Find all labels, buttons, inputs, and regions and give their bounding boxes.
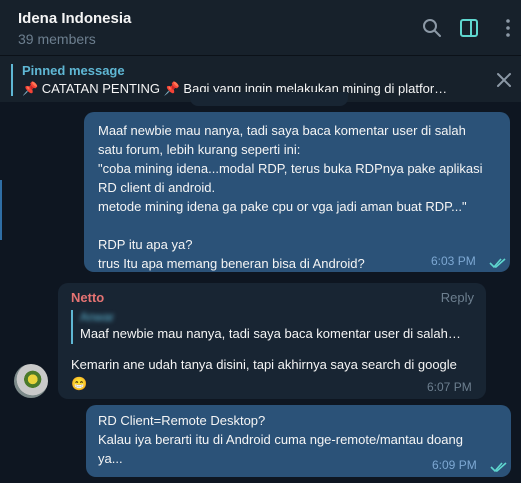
member-count: 39 members (18, 31, 96, 47)
quote-accent-bar (71, 310, 73, 344)
pinned-accent-bar (11, 64, 13, 96)
message-bubble-outgoing[interactable]: RD Client=Remote Desktop? Kalau iya bera… (86, 405, 511, 477)
avatar[interactable] (14, 364, 48, 398)
message-bubble-incoming[interactable]: Netto Reply Anwar Maaf newbie mau nanya,… (58, 283, 486, 399)
pinned-label: Pinned message (22, 63, 125, 78)
previous-message-bubble (190, 92, 348, 106)
sender-name[interactable]: Netto (71, 290, 104, 305)
more-vert-icon[interactable] (497, 17, 519, 39)
quote-text[interactable]: Maaf newbie mau nanya, tadi saya baca ko… (80, 326, 461, 341)
message-text: Maaf newbie mau nanya, tadi saya baca ko… (98, 123, 483, 271)
message-time: 6:07 PM (427, 380, 472, 394)
reply-button[interactable]: Reply (441, 290, 474, 305)
scroll-accent-bar (0, 180, 2, 240)
message-time: 6:09 PM (432, 458, 477, 472)
quote-author-blurred: Anwar (80, 310, 115, 324)
close-icon[interactable] (494, 70, 514, 90)
double-check-icon (490, 460, 508, 473)
message-bubble-outgoing[interactable]: Maaf newbie mau nanya, tadi saya baca ko… (84, 112, 510, 272)
sidebar-toggle-icon[interactable] (458, 17, 480, 39)
chat-header[interactable]: Idena Indonesia 39 members (0, 0, 521, 55)
chat-title[interactable]: Idena Indonesia (18, 10, 131, 27)
search-icon[interactable] (421, 17, 443, 39)
double-check-icon (489, 256, 507, 269)
message-text: Kemarin ane udah tanya disini, tapi akhi… (71, 357, 457, 391)
message-time: 6:03 PM (431, 254, 476, 268)
